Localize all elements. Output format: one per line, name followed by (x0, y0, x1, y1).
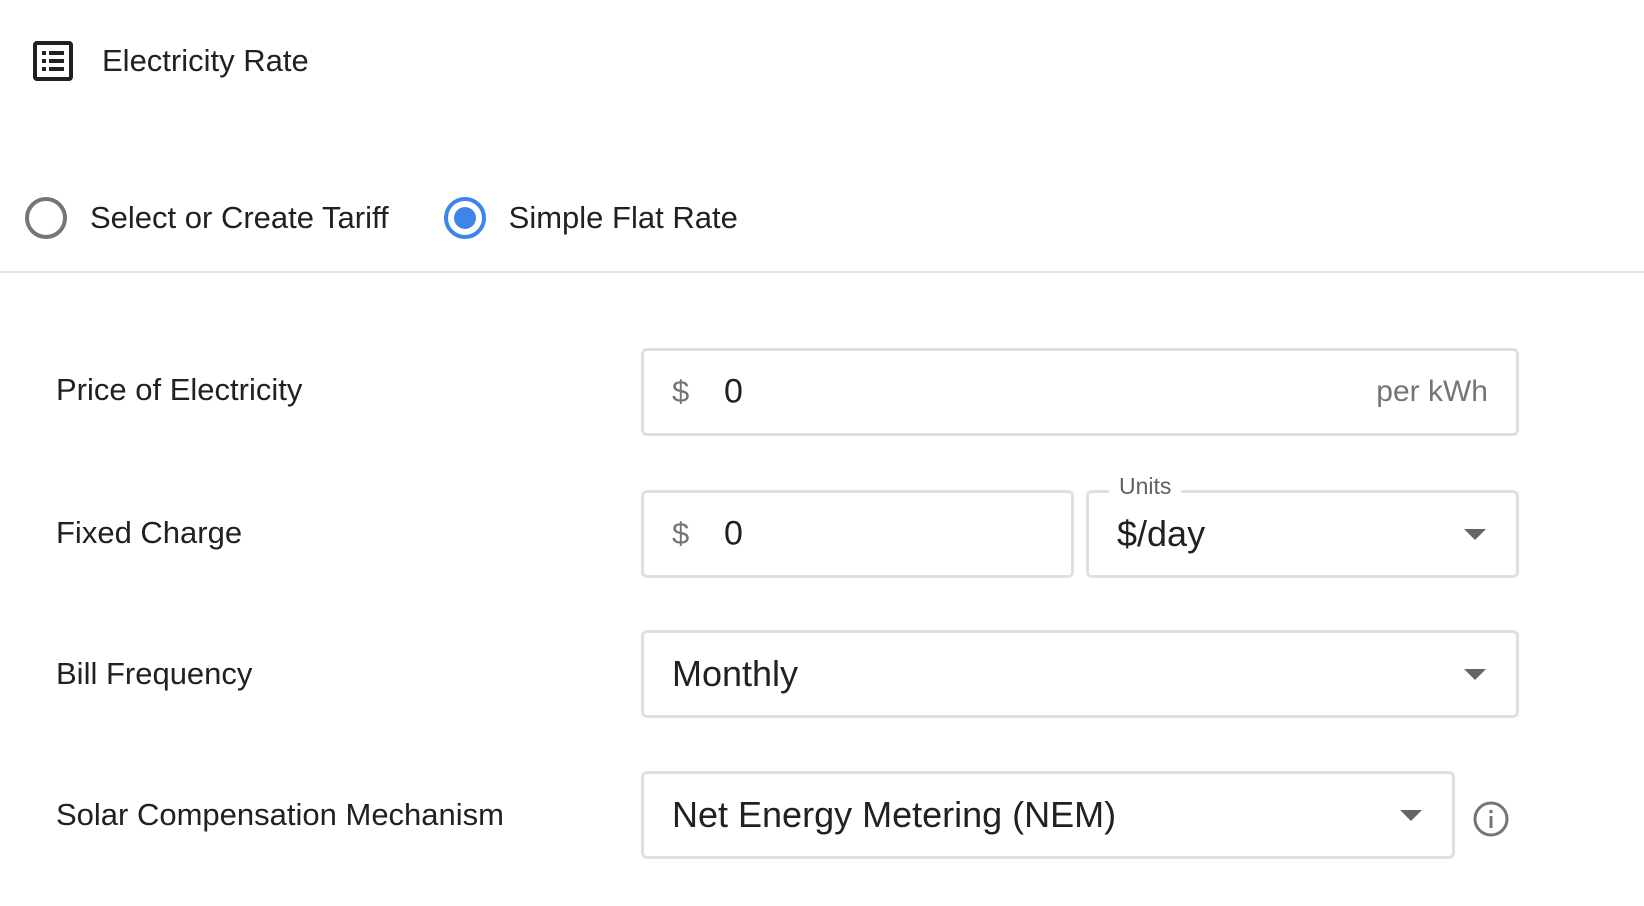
radio-unchecked-icon[interactable] (24, 196, 68, 240)
electricity-rate-panel: Electricity Rate Select or Create Tariff… (0, 0, 1644, 906)
bill-frequency-label: Bill Frequency (56, 656, 253, 691)
divider (0, 271, 1644, 273)
chevron-down-icon[interactable] (1464, 529, 1486, 540)
units-selected-value: $/day (1117, 513, 1206, 554)
radio-select-or-create-tariff[interactable]: Select or Create Tariff (24, 196, 389, 240)
radio-simple-flat-rate[interactable]: Simple Flat Rate (443, 196, 738, 240)
radio-checked-icon[interactable] (443, 196, 487, 240)
price-of-electricity-label: Price of Electricity (56, 372, 303, 407)
list-icon (33, 41, 73, 81)
radio-label-select-or-create-tariff: Select or Create Tariff (90, 200, 389, 235)
solar-compensation-selected-value: Net Energy Metering (NEM) (672, 794, 1117, 835)
unit-suffix: per kWh (1376, 375, 1488, 408)
fixed-charge-value[interactable]: 0 (724, 515, 743, 554)
units-select[interactable]: Units $/day (1086, 473, 1519, 578)
fixed-charge-label: Fixed Charge (56, 515, 243, 550)
currency-prefix: $ (672, 374, 690, 409)
section-header: Electricity Rate (32, 40, 309, 82)
solar-compensation-label: Solar Compensation Mechanism (56, 797, 504, 832)
bill-frequency-selected-value: Monthly (672, 653, 799, 694)
bill-frequency-select[interactable]: Monthly (641, 630, 1519, 718)
solar-compensation-select[interactable]: Net Energy Metering (NEM) (641, 771, 1455, 859)
units-floating-label: Units (1109, 473, 1182, 500)
currency-prefix: $ (672, 516, 690, 551)
chevron-down-icon[interactable] (1400, 810, 1422, 821)
fixed-charge-input[interactable]: $ 0 (641, 490, 1074, 578)
price-value[interactable]: 0 (724, 373, 743, 412)
price-of-electricity-input[interactable]: $ 0 per kWh (641, 348, 1519, 436)
chevron-down-icon[interactable] (1464, 669, 1486, 680)
section-title: Electricity Rate (102, 43, 309, 78)
radio-label-simple-flat-rate: Simple Flat Rate (508, 200, 738, 235)
rate-type-radio-group: Select or Create Tariff Simple Flat Rate (24, 196, 738, 240)
info-icon[interactable] (1472, 800, 1510, 838)
